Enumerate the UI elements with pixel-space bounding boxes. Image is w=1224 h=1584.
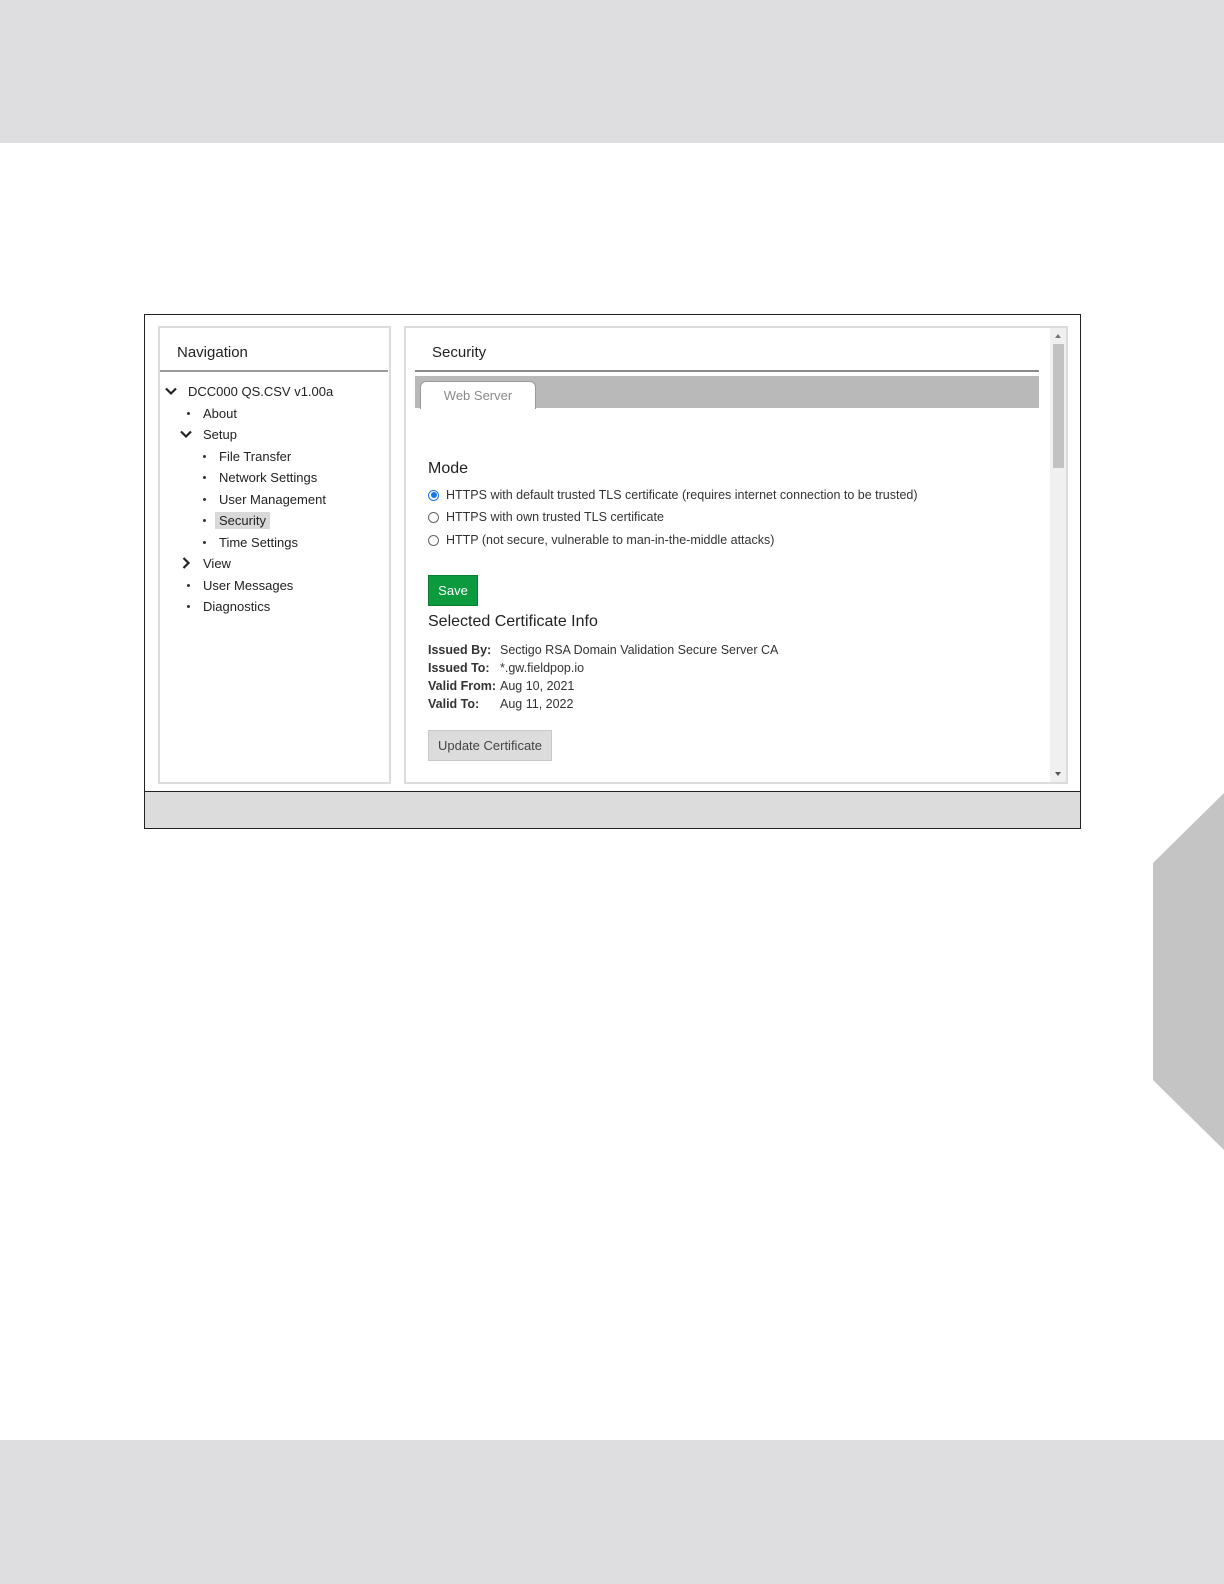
- bullet-icon: [203, 475, 206, 479]
- nav-item-label: Network Settings: [219, 469, 318, 485]
- nav-item-device[interactable]: DCC000 QS.CSV v1.00a: [163, 381, 337, 401]
- vertical-scrollbar[interactable]: [1050, 328, 1066, 782]
- page-footer-band: [0, 1440, 1224, 1584]
- nav-item-label: Security: [215, 511, 270, 529]
- status-bar: [145, 791, 1080, 828]
- title-divider: [415, 370, 1039, 372]
- cert-issued-to-value: *.gw.fieldpop.io: [500, 660, 585, 675]
- cert-valid-to-value: Aug 11, 2022: [500, 696, 574, 711]
- radio-label: HTTPS with own trusted TLS certificate: [446, 510, 664, 524]
- nav-item-security[interactable]: Security: [203, 510, 270, 530]
- nav-item-network-settings[interactable]: Network Settings: [203, 467, 321, 487]
- chevron-down-icon: [165, 387, 177, 396]
- nav-item-label: Time Settings: [219, 534, 298, 550]
- bullet-icon: [187, 604, 190, 608]
- bullet-icon: [203, 497, 206, 501]
- bullet-icon: [187, 411, 190, 415]
- nav-item-user-management[interactable]: User Management: [203, 489, 330, 509]
- radio-label: HTTPS with default trusted TLS certifica…: [446, 488, 918, 502]
- radio-label: HTTP (not secure, vulnerable to man-in-t…: [446, 533, 775, 547]
- cert-valid-to-row: Valid To: Aug 11, 2022: [428, 695, 573, 712]
- nav-item-user-messages[interactable]: User Messages: [187, 575, 297, 595]
- tab-bar: Web Server: [415, 376, 1039, 409]
- tab-web-server[interactable]: Web Server: [420, 381, 536, 409]
- nav-item-setup[interactable]: Setup: [178, 424, 241, 444]
- chevron-right-icon: [182, 557, 191, 569]
- update-certificate-button[interactable]: Update Certificate: [428, 730, 552, 761]
- mode-option-https-own[interactable]: HTTPS with own trusted TLS certificate: [428, 508, 664, 526]
- cert-valid-from-row: Valid From: Aug 10, 2021: [428, 677, 574, 694]
- navigation-pane: Navigation DCC000 QS.CSV v1.00a About Se…: [158, 326, 391, 784]
- nav-item-label: Diagnostics: [203, 598, 271, 614]
- nav-item-label: DCC000 QS.CSV v1.00a: [188, 383, 334, 399]
- page-side-tab: [1153, 793, 1224, 1150]
- cert-issued-to-label: Issued To:: [428, 660, 490, 675]
- navigation-title: Navigation: [177, 344, 248, 361]
- cert-issued-by-row: Issued By: Sectigo RSA Domain Validation…: [428, 641, 778, 658]
- content-pane: Security Web Server Mode HTTPS with defa…: [404, 326, 1068, 784]
- nav-item-label: User Management: [219, 491, 326, 507]
- nav-item-time-settings[interactable]: Time Settings: [203, 532, 302, 552]
- nav-item-label: View: [203, 555, 231, 571]
- nav-item-label: User Messages: [203, 577, 294, 593]
- screenshot-frame: Navigation DCC000 QS.CSV v1.00a About Se…: [144, 314, 1081, 829]
- radio-button[interactable]: [428, 511, 439, 523]
- nav-item-label: Setup: [203, 426, 237, 442]
- nav-item-label: About: [203, 405, 237, 421]
- nav-item-view[interactable]: View: [178, 553, 235, 573]
- cert-valid-from-label: Valid From:: [428, 678, 497, 693]
- cert-issued-by-label: Issued By:: [428, 642, 492, 657]
- radio-button[interactable]: [428, 489, 439, 501]
- scrollbar-thumb[interactable]: [1053, 344, 1064, 468]
- bullet-icon: [203, 518, 206, 522]
- cert-issued-by-value: Sectigo RSA Domain Validation Secure Ser…: [500, 642, 779, 657]
- cert-valid-from-value: Aug 10, 2021: [500, 678, 575, 693]
- save-button[interactable]: Save: [428, 575, 478, 606]
- nav-item-file-transfer[interactable]: File Transfer: [203, 446, 295, 466]
- nav-item-diagnostics[interactable]: Diagnostics: [187, 596, 274, 616]
- nav-item-about[interactable]: About: [187, 403, 241, 423]
- mode-option-http[interactable]: HTTP (not secure, vulnerable to man-in-t…: [428, 531, 774, 549]
- mode-heading: Mode: [428, 460, 469, 477]
- radio-button[interactable]: [428, 534, 439, 546]
- bullet-icon: [203, 540, 206, 544]
- bullet-icon: [203, 454, 206, 458]
- cert-issued-to-row: Issued To: *.gw.fieldpop.io: [428, 659, 584, 676]
- cert-valid-to-label: Valid To:: [428, 696, 480, 711]
- mode-option-https-default[interactable]: HTTPS with default trusted TLS certifica…: [428, 486, 918, 504]
- certificate-info-heading: Selected Certificate Info: [428, 613, 598, 630]
- chevron-down-icon: [180, 430, 192, 439]
- page-title: Security: [432, 344, 487, 361]
- triangle-up-icon[interactable]: [1050, 330, 1066, 342]
- triangle-down-icon[interactable]: [1050, 768, 1066, 780]
- nav-item-label: File Transfer: [219, 448, 292, 464]
- bullet-icon: [187, 583, 190, 587]
- page-header-band: [0, 0, 1224, 143]
- navigation-divider: [160, 370, 388, 372]
